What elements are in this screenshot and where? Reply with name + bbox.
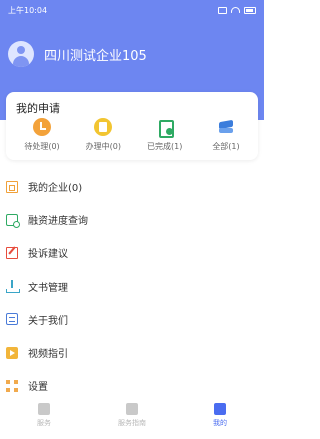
tab-service-guide[interactable]: 服务指南	[97, 403, 167, 428]
menu-item-label: 视频指引	[28, 349, 68, 361]
settings-grid-icon	[6, 379, 18, 392]
download-icon	[6, 280, 20, 294]
application-label: 已完成(1)	[146, 142, 183, 151]
menu-item-financing-progress[interactable]: 融资进度查询	[0, 203, 264, 236]
application-completed[interactable]: 已完成(1)	[137, 118, 193, 152]
card-title: 我的申请	[16, 102, 60, 115]
tab-label: 服务指南	[118, 419, 146, 427]
layers-icon	[217, 118, 235, 136]
user-icon	[214, 403, 226, 415]
video-icon	[6, 346, 18, 359]
status-bar: 上午10:04	[8, 4, 256, 16]
menu-item-label: 文书管理	[28, 282, 68, 294]
menu-item-complaints[interactable]: 投诉建议	[0, 236, 264, 269]
menu-item-label: 我的企业(0)	[28, 183, 83, 195]
menu-item-label: 设置	[28, 382, 48, 394]
application-label: 待处理(0)	[24, 142, 60, 151]
menu-item-label: 融资进度查询	[28, 216, 88, 228]
company-icon	[6, 180, 18, 193]
profile-row[interactable]: 四川测试企业105	[8, 41, 147, 67]
tab-mine[interactable]: 我的	[185, 403, 255, 428]
document-icon	[94, 118, 113, 136]
clock-icon	[33, 118, 51, 136]
menu-item-label: 投诉建议	[28, 249, 68, 261]
application-label: 办理中(0)	[85, 142, 121, 151]
company-name: 四川测试企业105	[44, 48, 147, 64]
sim-icon	[218, 6, 227, 14]
check-document-icon	[156, 118, 174, 138]
bottom-tab-bar: 服务 服务指南 我的	[0, 399, 264, 439]
edit-icon	[6, 246, 18, 259]
menu-list: 我的企业(0) 融资进度查询 投诉建议 文书管理 关于我们 视频指引 设置	[0, 170, 264, 402]
service-icon	[38, 403, 50, 415]
my-applications-card: 我的申请 待处理(0) 办理中(0) 已完成(1) 全部(1)	[6, 92, 258, 160]
menu-item-label: 关于我们	[28, 315, 68, 327]
status-time: 上午10:04	[8, 5, 48, 15]
menu-item-settings[interactable]: 设置	[0, 369, 264, 402]
menu-item-my-company[interactable]: 我的企业(0)	[0, 170, 264, 203]
application-all[interactable]: 全部(1)	[198, 118, 254, 152]
application-label: 全部(1)	[212, 142, 240, 151]
tab-label: 我的	[213, 419, 227, 427]
guide-icon	[126, 403, 138, 415]
application-processing[interactable]: 办理中(0)	[75, 118, 131, 152]
tab-service[interactable]: 服务	[9, 403, 79, 428]
menu-item-documents[interactable]: 文书管理	[0, 270, 264, 303]
battery-icon	[244, 6, 256, 14]
tab-label: 服务	[37, 419, 51, 427]
avatar[interactable]	[8, 41, 34, 67]
application-pending[interactable]: 待处理(0)	[14, 118, 70, 152]
menu-item-video-guide[interactable]: 视频指引	[0, 336, 264, 369]
info-card-icon	[6, 313, 18, 326]
progress-search-icon	[6, 213, 20, 228]
status-icons	[218, 6, 256, 14]
menu-item-about[interactable]: 关于我们	[0, 303, 264, 336]
wifi-icon	[231, 7, 240, 13]
